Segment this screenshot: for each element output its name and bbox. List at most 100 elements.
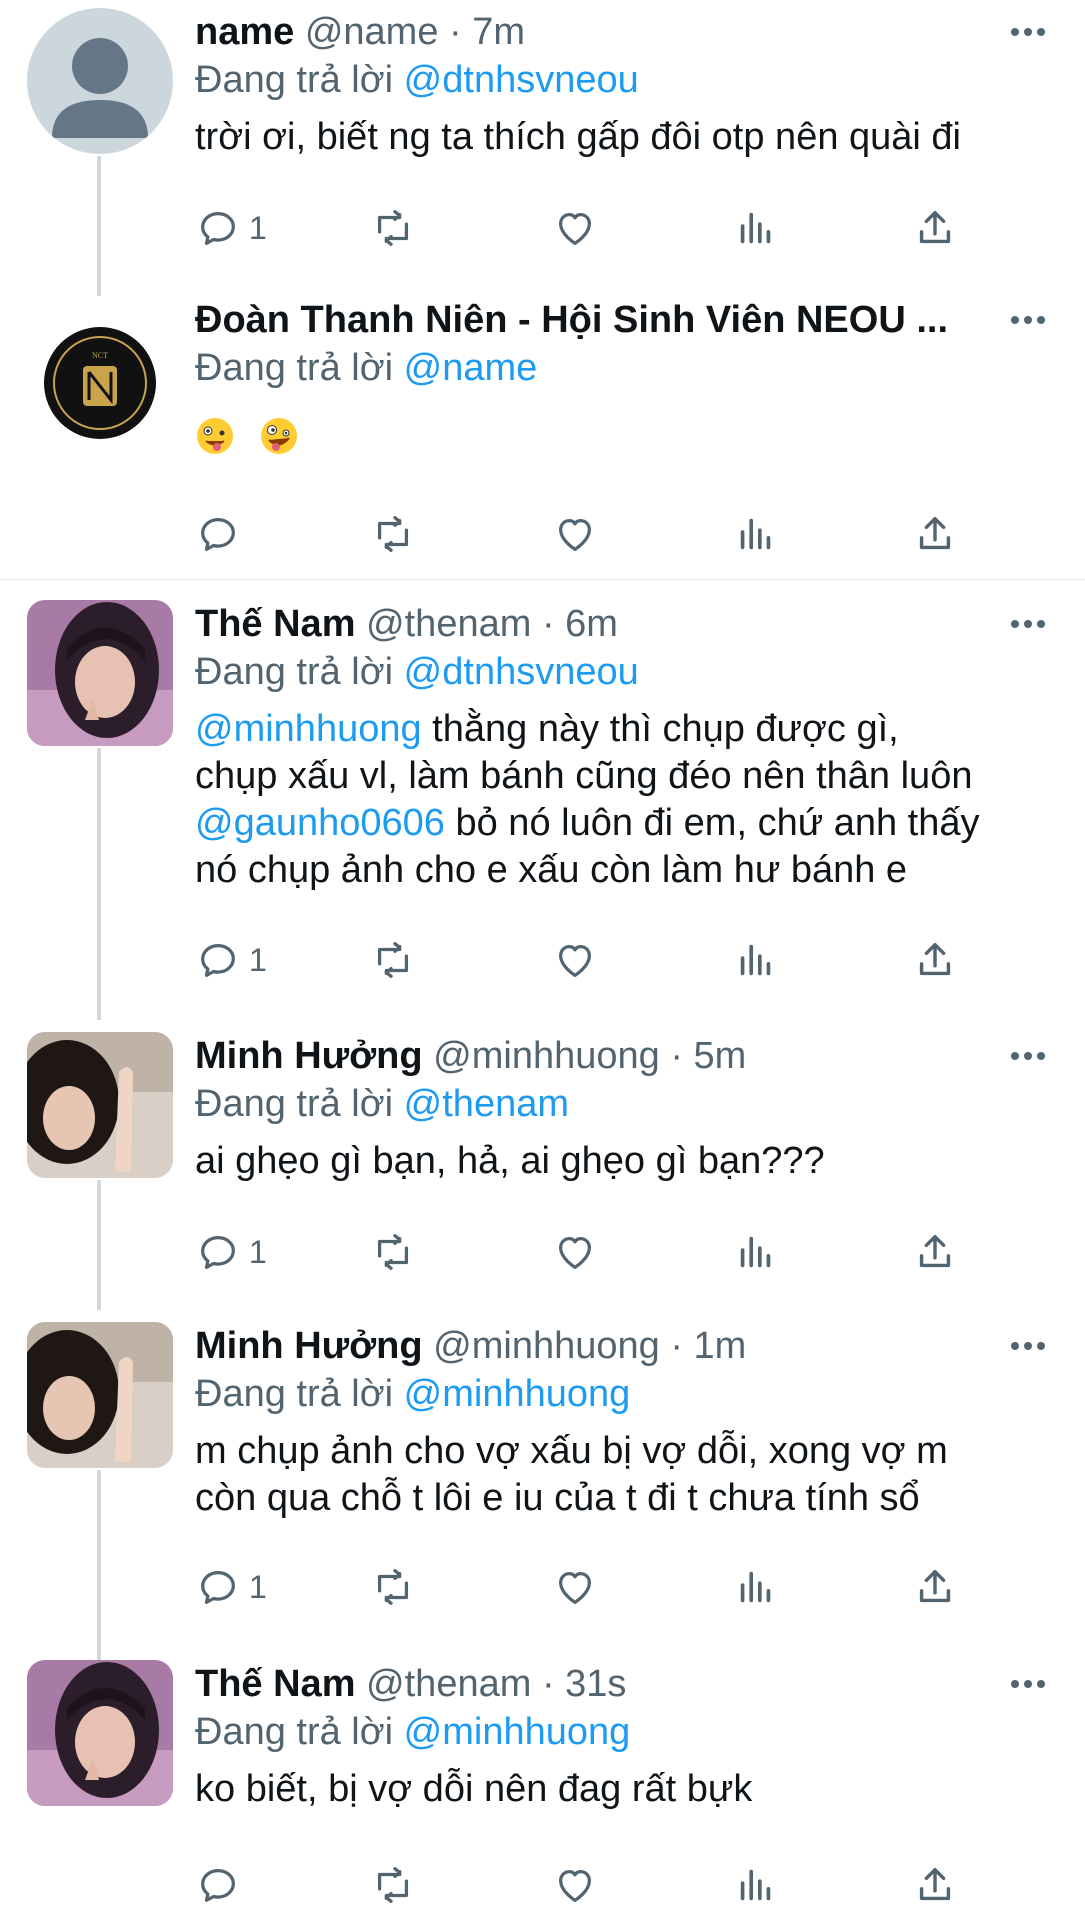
timestamp[interactable]: 6m [565,603,618,645]
tweet-text-line: @gaunho0606 bỏ nó luôn đi em, chứ anh th… [195,800,1045,847]
retweet-button[interactable] [370,1562,416,1612]
share-button[interactable] [912,1860,958,1910]
display-name[interactable]: Thế Nam [195,603,355,645]
replying-to-label: Đang trả lời [195,59,394,101]
tweet-text: m chụp ảnh cho vợ xấu bị vợ dỗi, xong vợ… [195,1428,1045,1522]
mention-link[interactable]: @gaunho0606 [195,802,445,844]
analytics-button[interactable] [733,203,779,253]
mention-link[interactable]: @minhhuong [195,708,422,750]
reply-to-mention[interactable]: @minhhuong [404,1711,631,1753]
display-name[interactable]: Minh Hưởng [195,1325,423,1367]
analytics-button[interactable] [733,1860,779,1910]
tweet[interactable]: Minh Hưởng @minhhuong · 1m Đang trả lời … [0,1322,1085,1652]
reply-to-mention[interactable]: @dtnhsvneou [404,651,639,693]
reply-to-mention[interactable]: @minhhuong [404,1373,631,1415]
separator-dot: · [541,1663,555,1705]
more-options-icon[interactable] [985,8,1045,56]
share-button[interactable] [912,1562,958,1612]
analytics-button[interactable] [733,1562,779,1612]
replying-to: Đang trả lời @dtnhsvneou [195,56,1045,104]
handle[interactable]: @minhhuong [433,1325,660,1367]
retweet-icon [377,1867,409,1903]
tweet-actions [195,509,955,559]
tweet-text-line: nó chụp ảnh cho e xấu còn làm hư bánh e [195,849,908,891]
reply-to-mention[interactable]: @dtnhsvneou [404,59,639,101]
retweet-button[interactable] [370,1860,416,1910]
share-button[interactable] [912,935,958,985]
reply-button[interactable]: 1 [195,203,267,253]
reply-count: 1 [249,209,267,246]
analytics-icon [740,1236,771,1268]
tweet[interactable]: name @name · 7m Đang trả lời @dtnhsvneou… [0,0,1085,290]
separator-dot: · [670,1035,683,1077]
handle[interactable]: @thenam [366,603,531,645]
more-options-icon[interactable] [985,1032,1045,1080]
heart-icon [558,1236,592,1269]
reply-button[interactable]: 1 [195,1562,267,1612]
timestamp[interactable]: 31s [565,1663,626,1705]
reply-button[interactable] [195,1860,241,1910]
share-button[interactable] [912,1227,958,1277]
tweet-header: Thế Nam @thenam · 6m [195,600,1045,648]
like-button[interactable] [552,1562,598,1612]
handle[interactable]: @name [305,11,439,53]
reply-to-mention[interactable]: @thenam [404,1083,569,1125]
retweet-button[interactable] [370,509,416,559]
tweet[interactable]: NCT Đoàn Thanh Niên - Hội Sinh Viên NEOU… [0,296,1085,576]
share-icon [919,210,951,244]
photo-avatar[interactable] [27,600,173,746]
reply-button[interactable]: 1 [195,1227,267,1277]
like-button[interactable] [552,935,598,985]
heart-icon [558,518,592,551]
tweet[interactable]: Thế Nam @thenam · 6m Đang trả lời @dtnhs… [0,600,1085,1020]
more-options-icon[interactable] [985,600,1045,648]
tweet[interactable]: Minh Hưởng @minhhuong · 5m Đang trả lời … [0,1032,1085,1312]
tweet[interactable]: Thế Nam @thenam · 31s Đang trả lời @minh… [0,1660,1085,1920]
analytics-button[interactable] [733,935,779,985]
reply-button[interactable]: 1 [195,935,267,985]
reply-count: 1 [249,1233,267,1270]
handle[interactable]: @thenam [366,1663,531,1705]
handle[interactable]: @minhhuong [433,1035,660,1077]
like-button[interactable] [552,1227,598,1277]
replying-to: Đang trả lời @name [195,344,1045,392]
retweet-button[interactable] [370,935,416,985]
retweet-button[interactable] [370,1227,416,1277]
like-button[interactable] [552,1860,598,1910]
tweet-actions: 1 [195,1227,955,1277]
photo-avatar[interactable] [27,1032,173,1178]
display-name[interactable]: name [195,11,294,53]
photo-avatar[interactable] [27,1322,173,1468]
analytics-button[interactable] [733,1227,779,1277]
display-name[interactable]: Thế Nam [195,1663,355,1705]
timestamp[interactable]: 5m [694,1035,747,1077]
more-options-icon[interactable] [985,1660,1045,1708]
display-name[interactable]: Đoàn Thanh Niên - Hội Sinh Viên NEOU ... [195,299,948,341]
timestamp[interactable]: 1m [694,1325,747,1367]
like-button[interactable] [552,509,598,559]
replying-to-label: Đang trả lời [195,1373,394,1415]
like-button[interactable] [552,203,598,253]
retweet-button[interactable] [370,203,416,253]
default-profile-avatar[interactable] [27,8,173,154]
analytics-icon [740,212,771,244]
tweet-header: Đoàn Thanh Niên - Hội Sinh Viên NEOU ... [195,296,1045,344]
analytics-icon [740,518,771,550]
zany-face-emoji [197,418,233,455]
share-button[interactable] [912,509,958,559]
tweet-text: ko biết, bị vợ dỗi nên đag rất bựk [195,1768,753,1810]
display-name[interactable]: Minh Hưởng [195,1035,423,1077]
reply-count: 1 [249,941,267,978]
reply-icon [201,517,235,551]
reply-to-mention[interactable]: @name [404,347,538,389]
photo-avatar[interactable] [27,1660,173,1806]
share-button[interactable] [912,203,958,253]
more-options-icon[interactable] [985,1322,1045,1370]
more-options-icon[interactable] [985,296,1045,344]
reply-button[interactable] [195,509,241,559]
tweet-actions: 1 [195,1562,955,1612]
analytics-button[interactable] [733,509,779,559]
replying-to-label: Đang trả lời [195,651,394,693]
nct-logo-avatar[interactable]: NCT [27,310,173,456]
timestamp[interactable]: 7m [472,11,525,53]
